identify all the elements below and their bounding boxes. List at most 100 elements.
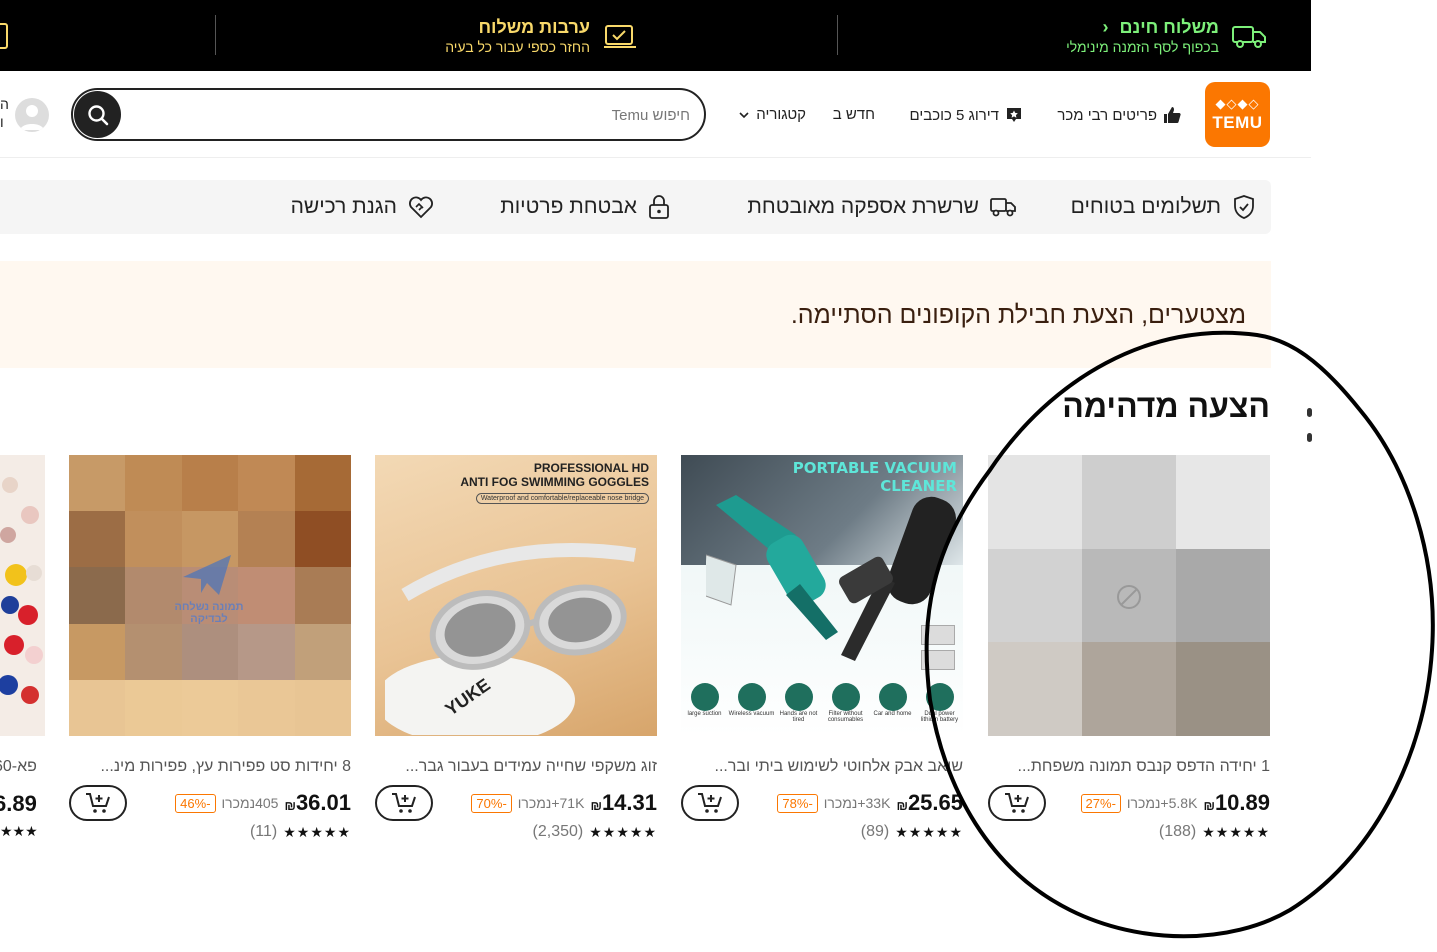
rating-row: ★★★★★ (11) [250, 823, 351, 841]
product-name[interactable]: 8 יחידות סט פפירות עץ, פפירות מינ... [69, 758, 351, 776]
chevron-down-icon [739, 111, 749, 118]
nav-best-sellers-label: פריטים רבי מכר [1057, 106, 1157, 124]
nav-five-stars[interactable]: דירוג 5 כוכבים [909, 106, 1023, 124]
delivery-guarantee-promo[interactable]: ערבות משלוח החזר כספי עבור כל בעיה [445, 0, 638, 71]
star-rating: ★★★★★ [283, 823, 351, 840]
sold-count: 405נמכרו [221, 795, 279, 811]
product-image[interactable] [988, 455, 1270, 736]
logo-text: TEMU [1212, 113, 1263, 132]
trust-secure-supply[interactable]: שרשרת אספקה מאובטחת [747, 194, 1017, 220]
product-price: 6.89 [0, 791, 37, 816]
account-text-cut[interactable]: ה ו [0, 95, 9, 131]
rating-count: (89) [860, 823, 890, 840]
product-image[interactable]: PORTABLE VACUUM CLEANER large suction Wi… [681, 455, 963, 736]
delivery-guarantee-title: ערבות משלוח [478, 16, 590, 37]
trust-privacy-label: אבטחת פרטיות [500, 195, 637, 218]
trust-secure-payments-label: תשלומים בטוחים [1070, 195, 1221, 218]
handshake-heart-icon [409, 196, 433, 219]
cart-plus-icon [392, 793, 416, 813]
trust-purchase-protection-label: הגנת רכישה [290, 195, 397, 218]
promo-banner: משלוח חינם ‹ בכפוף לסף הזמנה מינימלי ערב… [0, 0, 1311, 71]
discount-badge: -27% [1080, 793, 1121, 813]
free-shipping-subtitle: בכפוף לסף הזמנה מינימלי [1066, 38, 1219, 55]
price-row: ₪14.31 71K+נמכרו -70% [471, 790, 657, 815]
user-icon [20, 105, 44, 130]
banner-divider [215, 15, 216, 55]
product-price: ₪10.89 [1203, 790, 1270, 815]
price-row: ₪25.65 33K+נמכרו -78% [777, 790, 963, 815]
add-to-cart-button[interactable] [681, 785, 739, 821]
banner-divider [837, 15, 838, 55]
product-card-partial[interactable]: 60-פא 6.89 ★★★ [0, 455, 45, 855]
trust-secure-payments[interactable]: תשלומים בטוחים [1071, 194, 1257, 220]
thumbs-up-icon [1164, 107, 1181, 123]
avatar[interactable] [15, 98, 49, 132]
cart-plus-icon [86, 793, 110, 813]
chevron-left-icon: ‹ [1102, 16, 1109, 37]
nav-new-in[interactable]: חדש ב [833, 106, 875, 123]
sold-count: 71K+נמכרו [517, 795, 585, 811]
product-image[interactable]: PROFESSIONAL HD ANTI FOG SWIMMING GOGGLE… [375, 455, 657, 736]
coupon-icon [0, 23, 8, 49]
add-to-cart-button[interactable] [69, 785, 127, 821]
search-icon [87, 104, 108, 125]
search-button[interactable] [74, 91, 121, 138]
temu-logo[interactable]: ◆◇◆◇ TEMU [1205, 82, 1270, 147]
image-unavailable-icon [1117, 585, 1141, 609]
coupon-expired-text: מצטערים, הצעת חבילת הקופונים הסתיימה. [790, 301, 1246, 329]
star-rating: ★★★★★ [589, 823, 657, 840]
nav-category[interactable]: קטגוריה [738, 106, 806, 123]
product-name[interactable]: זוג משקפי שחייה עמידים בעבור גבר... [375, 758, 657, 776]
add-to-cart-button[interactable] [988, 785, 1046, 821]
nav-category-label: קטגוריה [756, 106, 806, 123]
search-input[interactable] [210, 102, 690, 128]
trust-purchase-protection[interactable]: הגנת רכישה [291, 194, 435, 220]
nav-best-sellers[interactable]: פריטים רבי מכר [1057, 106, 1181, 124]
product-image[interactable]: תמונה נשלחה לבדיקה [69, 455, 351, 736]
discount-badge: -70% [471, 793, 512, 813]
coupon-expired-notice: מצטערים, הצעת חבילת הקופונים הסתיימה. [0, 261, 1271, 368]
sold-count: 5.8K+נמכרו [1126, 795, 1198, 811]
star-badge-icon [1007, 108, 1021, 122]
rating-count: (2,350) [532, 823, 584, 840]
rating-count: (11) [249, 823, 278, 840]
add-to-cart-button[interactable] [375, 785, 433, 821]
product-name[interactable]: 60-פא [0, 758, 37, 776]
free-shipping-promo[interactable]: משלוח חינם ‹ בכפוף לסף הזמנה מינימלי [1066, 0, 1267, 71]
product-name[interactable]: שואב אבק אלחוטי לשימוש ביתי ובר... [681, 758, 963, 776]
star-rating: ★★★★★ [895, 823, 963, 840]
product-image[interactable] [0, 455, 45, 736]
goggles-graphic [385, 543, 637, 735]
product-price: ₪25.65 [896, 790, 963, 815]
bows-graphic [0, 477, 43, 704]
logo-glyph-icon: ◆◇◆◇ [1215, 96, 1260, 111]
rating-row: ★★★★★ (188) [1159, 823, 1270, 841]
cart-plus-icon [698, 793, 722, 813]
site-header: ◆◇◆◇ TEMU פריטים רבי מכר דירוג 5 כוכבים … [0, 71, 1311, 158]
product-name[interactable]: 1 יחידה הדפס קנבס תמונה משפחת... [988, 758, 1270, 776]
rating-row: ★★★★★ (2,350) [533, 823, 657, 841]
image-review-overlay: תמונה נשלחה לבדיקה [174, 601, 244, 625]
nav-five-stars-label: דירוג 5 כוכבים [909, 106, 999, 124]
delivery-guarantee-subtitle: החזר כספי עבור כל בעיה [445, 38, 590, 55]
nav-new-in-label: חדש ב [832, 106, 875, 123]
product-price: ₪36.01 [284, 790, 351, 815]
trust-bar: תשלומים בטוחים שרשרת אספקה מאובטחת אבטחת… [0, 180, 1271, 234]
image-subheadline: Waterproof and comfortable/replaceable n… [475, 493, 649, 504]
star-rating: ★★★ [0, 823, 38, 839]
trust-privacy[interactable]: אבטחת פרטיות [500, 194, 671, 220]
search-box [71, 88, 706, 141]
sold-count: 33K+נמכרו [823, 795, 891, 811]
discount-badge: -78% [777, 793, 818, 813]
free-shipping-title: משלוח חינם [1119, 16, 1219, 37]
feature-icons: large suction Wireless vacuum Hands are … [681, 683, 963, 733]
carousel-dots[interactable] [1307, 408, 1312, 458]
image-headline: PROFESSIONAL HD ANTI FOG SWIMMING GOGGLE… [460, 461, 649, 489]
price-row: ₪10.89 5.8K+נמכרו -27% [1080, 790, 1270, 815]
price-row: ₪36.01 405נמכרו -46% [175, 790, 351, 815]
star-rating: ★★★★★ [1202, 823, 1270, 840]
truck-icon [1232, 25, 1266, 48]
rating-row: ★★★★★ (89) [861, 823, 963, 841]
truck-icon [990, 198, 1016, 217]
paper-plane-icon [183, 555, 231, 595]
